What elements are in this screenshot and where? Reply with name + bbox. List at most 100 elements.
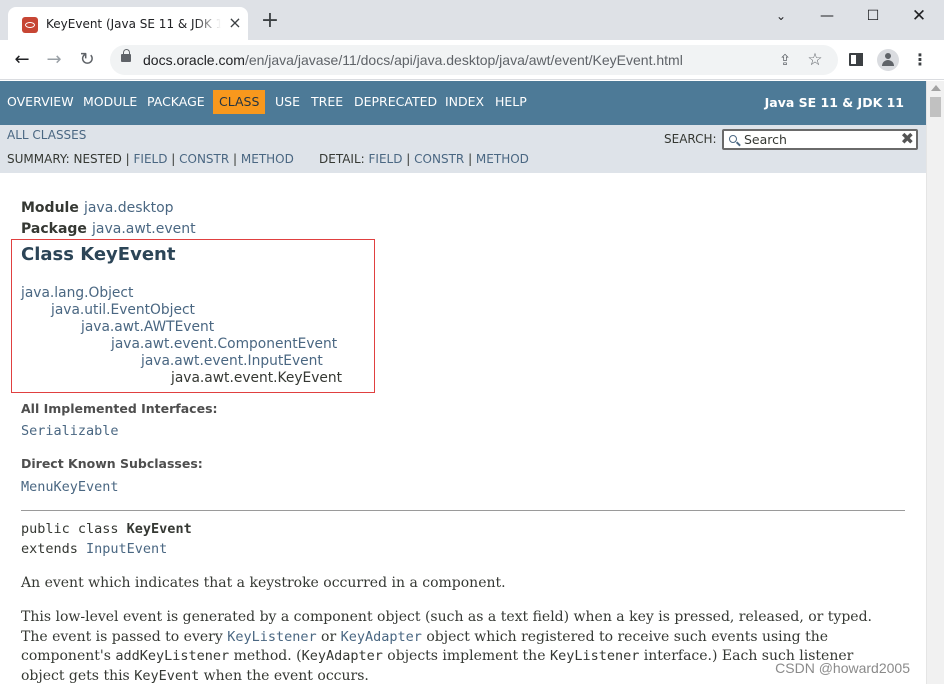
text: object gets this [21, 667, 135, 684]
extends-inputevent-link[interactable]: InputEvent [86, 541, 167, 557]
reload-icon[interactable]: ↻ [75, 48, 99, 72]
nav-module[interactable]: MODULE [77, 90, 143, 114]
keyadapter-link[interactable]: KeyAdapter [341, 629, 422, 645]
signature-class-name: KeyEvent [126, 521, 192, 537]
maximize-button[interactable]: ☐ [850, 2, 896, 30]
side-panel-icon[interactable] [845, 49, 867, 71]
new-tab-button[interactable]: + [258, 10, 282, 34]
text: objects implement the [382, 648, 550, 664]
menu-icon[interactable]: ⋮ [909, 49, 931, 71]
module-line: Module java.desktop [21, 197, 174, 216]
separator: | [121, 152, 134, 166]
tab-title: KeyEvent (Java SE 11 & JDK 11 [46, 17, 221, 31]
summary-label: SUMMARY: [7, 152, 70, 166]
summary-constr-link[interactable]: CONSTR [179, 152, 229, 166]
keylistener-link[interactable]: KeyListener [227, 629, 316, 645]
extends-prefix: extends [21, 541, 87, 557]
extends-line: extends InputEvent [21, 541, 167, 557]
inheritance-inputevent[interactable]: java.awt.event.InputEvent [141, 353, 323, 369]
subclass-menukeyevent-link[interactable]: MenuKeyEvent [21, 479, 119, 495]
scroll-thumb[interactable] [930, 97, 941, 117]
profile-avatar-icon[interactable] [877, 49, 899, 71]
detail-label: DETAIL: [319, 152, 365, 166]
text: The event is passed to every [21, 628, 228, 645]
description-line: The event is passed to every KeyListener… [21, 628, 905, 648]
separator: | [229, 152, 241, 166]
keyevent-code: KeyEvent [134, 667, 200, 684]
browser-tab[interactable]: KeyEvent (Java SE 11 & JDK 11 × [8, 7, 248, 40]
address-bar[interactable]: docs.oracle.com/en/java/javase/11/docs/a… [110, 45, 838, 75]
forward-icon[interactable]: → [42, 48, 66, 72]
nav-index[interactable]: INDEX [439, 90, 490, 114]
search-reset-icon[interactable]: ✖ [901, 130, 914, 148]
text: component's [21, 648, 116, 664]
inheritance-object[interactable]: java.lang.Object [21, 285, 133, 301]
url-text[interactable]: docs.oracle.com/en/java/javase/11/docs/a… [143, 52, 683, 68]
divider [21, 510, 905, 511]
back-icon[interactable]: ← [10, 48, 34, 72]
keylistener-code: KeyListener [549, 648, 640, 664]
description-line: component's addKeyListener method. (KeyA… [21, 647, 905, 667]
inheritance-componentevent[interactable]: java.awt.event.ComponentEvent [111, 336, 337, 352]
url-host: docs.oracle.com [143, 52, 245, 68]
nav-class[interactable]: CLASS [213, 90, 266, 114]
text: object which registered to receive such … [421, 628, 829, 645]
separator: | [167, 152, 180, 166]
nav-package[interactable]: PACKAGE [141, 90, 211, 114]
summary-links: SUMMARY: NESTED | FIELD | CONSTR | METHO… [7, 152, 294, 166]
description-p2: This low-level event is generated by a c… [21, 608, 905, 684]
tab-strip: KeyEvent (Java SE 11 & JDK 11 × + ⌄ — ☐ … [0, 0, 944, 40]
text: method. ( [229, 648, 302, 664]
detail-method-link[interactable]: METHOD [476, 152, 529, 166]
nav-overview[interactable]: OVERVIEW [1, 90, 80, 114]
nav-use[interactable]: USE [269, 90, 306, 114]
class-signature: public class KeyEvent [21, 521, 192, 537]
scroll-up-arrow-icon[interactable] [931, 85, 941, 91]
nav-help[interactable]: HELP [489, 90, 533, 114]
all-classes-link[interactable]: ALL CLASSES [7, 128, 86, 142]
subclasses-label: Direct Known Subclasses: [21, 456, 203, 471]
search-icon [729, 135, 737, 143]
interface-serializable-link[interactable]: Serializable [21, 423, 119, 439]
package-link[interactable]: java.awt.event [92, 221, 196, 237]
detail-links: DETAIL: FIELD | CONSTR | METHOD [319, 152, 529, 166]
module-link[interactable]: java.desktop [84, 200, 174, 216]
description-line: object gets this KeyEvent when the event… [21, 667, 905, 684]
search-placeholder: Search [744, 132, 787, 147]
inheritance-keyevent: java.awt.event.KeyEvent [171, 370, 343, 386]
page-title: Class KeyEvent [21, 244, 176, 265]
separator: | [402, 152, 415, 166]
close-window-button[interactable]: ✕ [896, 2, 942, 30]
module-label: Module [21, 200, 79, 216]
vertical-scrollbar[interactable] [926, 81, 944, 684]
browser-toolbar: ← → ↻ docs.oracle.com/en/java/javase/11/… [0, 40, 944, 80]
lock-icon[interactable] [121, 49, 131, 62]
description-line: This low-level event is generated by a c… [21, 609, 872, 625]
signature-prefix: public class [21, 521, 127, 537]
url-path: /en/java/javase/11/docs/api/java.desktop… [244, 52, 683, 68]
top-nav-bar: OVERVIEW MODULE PACKAGE CLASS USE TREE D… [0, 81, 926, 125]
keyadapter-code: KeyAdapter [301, 648, 383, 664]
summary-nested: NESTED [73, 152, 122, 166]
tab-close-icon[interactable]: × [226, 14, 244, 32]
bookmark-star-icon[interactable]: ☆ [804, 49, 826, 71]
summary-method-link[interactable]: METHOD [241, 152, 294, 166]
inheritance-eventobject[interactable]: java.util.EventObject [51, 302, 195, 318]
nav-deprecated[interactable]: DEPRECATED [348, 90, 443, 114]
search-input[interactable]: Search ✖ [722, 129, 918, 150]
minimize-button[interactable]: — [804, 2, 850, 30]
tab-search-chevron-icon[interactable]: ⌄ [758, 2, 804, 30]
separator: | [464, 152, 476, 166]
nav-tree[interactable]: TREE [305, 90, 349, 114]
oracle-favicon-icon [22, 17, 38, 33]
description-p1: An event which indicates that a keystrok… [21, 575, 506, 591]
package-line: Package java.awt.event [21, 218, 196, 237]
page-viewport: OVERVIEW MODULE PACKAGE CLASS USE TREE D… [0, 81, 926, 684]
watermark: CSDN @howard2005 [775, 660, 910, 676]
text: when the event occurs. [199, 667, 369, 684]
detail-field-link[interactable]: FIELD [369, 152, 403, 166]
inheritance-awtevent[interactable]: java.awt.AWTEvent [81, 319, 214, 335]
detail-constr-link[interactable]: CONSTR [414, 152, 464, 166]
summary-field-link[interactable]: FIELD [134, 152, 168, 166]
share-icon[interactable]: ⇪ [774, 49, 796, 71]
